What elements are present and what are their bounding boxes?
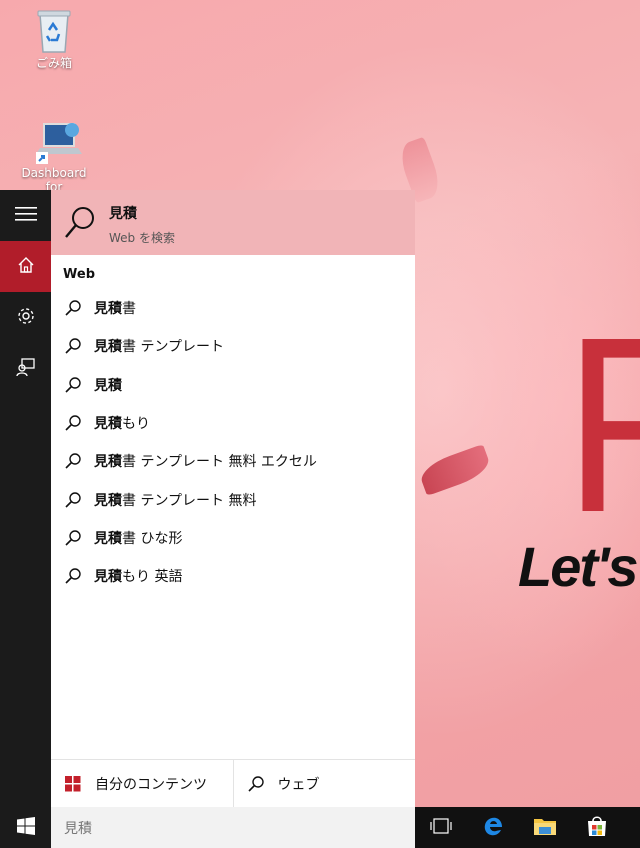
feedback-button[interactable] <box>0 343 51 394</box>
suggestion-label: 見積もり 英語 <box>94 566 182 586</box>
suggestion-item[interactable]: 見積もり <box>51 404 415 442</box>
suggestion-label: 見積書 テンプレート 無料 エクセル <box>94 451 317 471</box>
home-icon <box>17 256 35 278</box>
search-icon <box>63 298 83 318</box>
desktop-icon-label: ごみ箱 <box>35 56 72 70</box>
search-icon <box>63 375 83 395</box>
suggestion-item[interactable]: 見積書 テンプレート <box>51 327 415 365</box>
tab-web[interactable]: ウェブ <box>232 760 416 807</box>
top-result-web-search[interactable]: 見積 Web を検索 <box>51 190 415 255</box>
task-view-button[interactable] <box>415 807 467 848</box>
windows-logo-icon <box>16 816 35 839</box>
top-result-title: 見積 <box>109 206 137 222</box>
suggestion-label: 見積書 テンプレート 無料 <box>94 490 256 510</box>
suggestion-rest: 書 テンプレート 無料 エクセル <box>122 454 317 471</box>
hamburger-menu-icon <box>14 206 37 226</box>
file-explorer-icon <box>533 815 557 841</box>
search-icon <box>51 190 109 255</box>
recycle-bin-icon <box>32 6 76 53</box>
hamburger-menu-button[interactable] <box>0 190 51 241</box>
suggestion-rest: もり 英語 <box>122 569 183 586</box>
feedback-icon <box>15 357 36 381</box>
suggestion-rest: 書 ひな形 <box>122 530 183 547</box>
wallpaper-letter: R <box>564 300 640 550</box>
suggestion-match: 見積 <box>94 377 122 394</box>
suggestion-item[interactable]: 見積もり 英語 <box>51 557 415 595</box>
suggestion-match: 見積 <box>94 569 122 586</box>
search-icon <box>63 528 83 548</box>
suggestion-item[interactable]: 見積 <box>51 366 415 404</box>
taskbar-search-text: 見積 <box>64 820 92 837</box>
suggestion-item[interactable]: 見積書 テンプレート 無料 エクセル <box>51 442 415 480</box>
suggestion-label: 見積書 ひな形 <box>94 528 182 548</box>
wallpaper-brand-text: Let's <box>518 535 638 598</box>
suggestion-item[interactable]: 見積書 <box>51 289 415 327</box>
suggestion-label: 見積 <box>94 375 122 395</box>
start-rail <box>0 190 51 807</box>
search-icon <box>63 451 83 471</box>
suggestion-label: 見積もり <box>94 413 150 433</box>
edge-button[interactable] <box>467 807 519 848</box>
tab-web-label: ウェブ <box>277 776 320 793</box>
search-icon <box>63 490 83 510</box>
suggestion-match: 見積 <box>94 416 122 433</box>
suggestion-match: 見積 <box>94 530 122 547</box>
desktop-icon-recycle-bin[interactable]: ごみ箱 <box>12 6 96 71</box>
search-icon <box>246 774 266 794</box>
search-icon <box>63 566 83 586</box>
tab-my-content-label: 自分のコンテンツ <box>95 776 207 793</box>
taskbar-search-box[interactable]: 見積 <box>51 807 415 848</box>
store-button[interactable] <box>571 807 623 848</box>
suggestion-rest: 書 テンプレート 無料 <box>122 492 257 509</box>
suggestion-match: 見積 <box>94 492 122 509</box>
suggestion-rest: 書 テンプレート <box>122 339 225 356</box>
settings-button[interactable] <box>0 292 51 343</box>
section-title-web: Web <box>63 267 95 282</box>
store-icon <box>586 815 608 841</box>
home-button[interactable] <box>0 241 51 292</box>
suggestion-match: 見積 <box>94 301 122 318</box>
suggestion-match: 見積 <box>94 339 122 356</box>
desktop-icon-dashboard[interactable]: Dashboard for <box>12 118 96 194</box>
settings-gear-icon <box>16 306 36 330</box>
suggestion-label: 見積書 <box>94 298 136 318</box>
search-results-panel: 見積 Web を検索 Web 見積書 見積書 テンプレート 見積 見積もり 見積書 テン… <box>51 190 415 807</box>
file-explorer-button[interactable] <box>519 807 571 848</box>
suggestion-label: 見積書 テンプレート <box>94 336 224 356</box>
windows-logo-icon <box>63 774 83 794</box>
top-result-subtitle: Web を検索 <box>109 231 175 245</box>
start-button[interactable] <box>0 807 51 848</box>
suggestion-item[interactable]: 見積書 テンプレート 無料 <box>51 480 415 518</box>
taskbar: 見積 <box>0 807 640 848</box>
edge-icon <box>482 815 504 841</box>
task-view-icon <box>430 817 452 838</box>
search-icon <box>63 413 83 433</box>
suggestion-rest: 書 <box>122 301 136 318</box>
suggestion-match: 見積 <box>94 454 122 471</box>
tab-my-content[interactable]: 自分のコンテンツ <box>51 760 233 807</box>
dashboard-app-icon <box>32 118 82 164</box>
suggestion-rest: もり <box>122 416 150 433</box>
search-icon <box>63 336 83 356</box>
suggestion-item[interactable]: 見積書 ひな形 <box>51 519 415 557</box>
